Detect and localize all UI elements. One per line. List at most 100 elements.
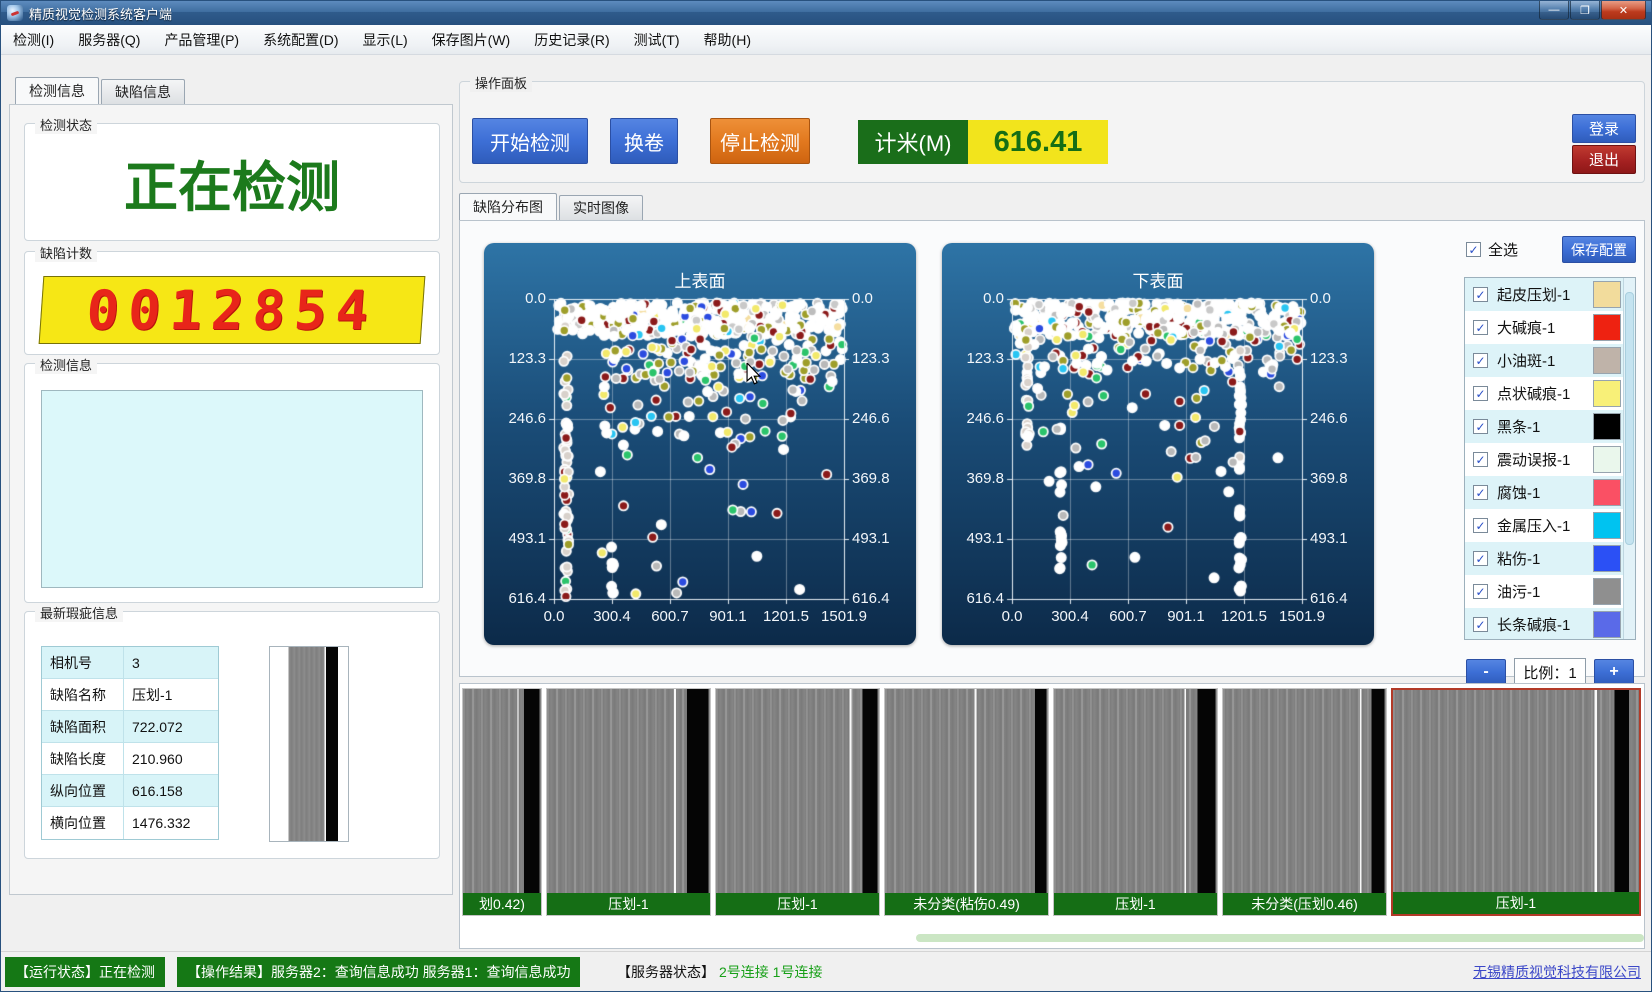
left-panel: 检测信息 缺陷信息 检测状态 正在检测 缺陷计数 0012854 检测信息 最新…: [9, 77, 453, 895]
defect-type-row[interactable]: ✓粘伤-1: [1465, 542, 1635, 575]
defect-thumbnail-selected[interactable]: 压划-1: [1391, 688, 1641, 916]
defect-row-label: 缺陷长度: [42, 743, 124, 774]
defect-type-row[interactable]: ✓黑条-1: [1465, 410, 1635, 443]
detect-info-box: [41, 390, 423, 588]
defect-type-color-swatch: [1593, 347, 1621, 374]
y-axis-tick-left: 0.0: [490, 290, 546, 307]
defect-type-checkbox[interactable]: ✓: [1473, 419, 1488, 434]
scale-minus-button[interactable]: -: [1466, 659, 1506, 685]
start-detect-button[interactable]: 开始检测: [472, 118, 588, 164]
y-axis-tick-left: 616.4: [490, 590, 546, 607]
change-roll-button[interactable]: 换卷: [610, 118, 678, 164]
defect-type-checkbox[interactable]: ✓: [1473, 584, 1488, 599]
defect-type-label: 金属压入-1: [1497, 515, 1593, 536]
run-status: 【运行状态】正在检测: [5, 957, 165, 987]
detect-status-group: 检测状态 正在检测: [24, 123, 440, 241]
defect-type-checkbox[interactable]: ✓: [1473, 617, 1488, 632]
maximize-button[interactable]: ❐: [1570, 1, 1600, 20]
menu-product[interactable]: 产品管理(P): [152, 26, 251, 54]
defect-type-row[interactable]: ✓ 震动误报-1: [1465, 443, 1635, 476]
defect-type-row[interactable]: ✓ 金属压入-1: [1465, 509, 1635, 542]
defect-row-label: 纵向位置: [42, 775, 124, 806]
logout-button[interactable]: 退出: [1572, 145, 1636, 174]
latest-defect-title: 最新瑕疵信息: [35, 603, 123, 622]
minimize-button[interactable]: —: [1539, 1, 1569, 20]
defect-thumbnail-label: 未分类(粘伤0.49): [885, 893, 1048, 915]
menu-display[interactable]: 显示(L): [351, 26, 420, 54]
defect-count-group: 缺陷计数 0012854: [24, 251, 440, 355]
tab-defect-info[interactable]: 缺陷信息: [101, 79, 185, 104]
defect-type-row[interactable]: ✓ 起皮压划-1: [1465, 278, 1635, 311]
y-axis-tick-right: 0.0: [852, 290, 908, 307]
defect-type-color-swatch: [1593, 446, 1621, 473]
defect-type-color-swatch: [1593, 611, 1621, 638]
latest-defect-group: 最新瑕疵信息 相机号3缺陷名称压划-1缺陷面积722.072缺陷长度210.96…: [24, 611, 440, 859]
scale-plus-button[interactable]: +: [1594, 659, 1634, 685]
defect-thumbnail-image: [1223, 689, 1386, 895]
app-window: 精质视觉检测系统客户端 — ❐ ✕ 检测(I) 服务器(Q) 产品管理(P) 系…: [0, 0, 1652, 992]
stop-detect-button[interactable]: 停止检测: [710, 118, 810, 164]
select-all-row: ✓ 全选: [1466, 239, 1518, 260]
defect-thumbnail[interactable]: 压划-1: [1053, 688, 1218, 916]
defect-type-checkbox[interactable]: ✓: [1473, 518, 1488, 533]
defect-type-color-swatch: [1593, 479, 1621, 506]
defect-type-row[interactable]: ✓ 腐蚀-1: [1465, 476, 1635, 509]
tab-live-image[interactable]: 实时图像: [559, 195, 643, 220]
tab-defect-map[interactable]: 缺陷分布图: [459, 193, 557, 220]
defect-thumbnail[interactable]: 划0.42): [462, 688, 542, 916]
defect-row-value: 3: [124, 647, 218, 678]
defect-type-row[interactable]: ✓长条碱痕-1: [1465, 608, 1635, 640]
login-button[interactable]: 登录: [1572, 114, 1636, 143]
defect-thumbnail[interactable]: 未分类(粘伤0.49): [884, 688, 1049, 916]
y-axis-tick-left: 616.4: [948, 590, 1004, 607]
defect-type-row[interactable]: ✓点状碱痕-1: [1465, 377, 1635, 410]
menu-sysconfig[interactable]: 系统配置(D): [251, 26, 350, 54]
defect-row-value: 压划-1: [124, 679, 218, 710]
y-axis-tick-right: 246.6: [1310, 410, 1366, 427]
defect-type-row[interactable]: ✓大碱痕-1: [1465, 311, 1635, 344]
menu-server[interactable]: 服务器(Q): [66, 26, 152, 54]
defect-type-row[interactable]: ✓小油斑-1: [1465, 344, 1635, 377]
defect-type-color-swatch: [1593, 380, 1621, 407]
defect-type-checkbox[interactable]: ✓: [1473, 320, 1488, 335]
y-axis-tick-left: 369.8: [948, 470, 1004, 487]
defect-type-label: 腐蚀-1: [1497, 482, 1593, 503]
defect-type-color-swatch: [1593, 512, 1621, 539]
detect-info-group: 检测信息: [24, 363, 440, 603]
legend-scrollbar-thumb[interactable]: [1625, 292, 1634, 545]
defect-type-checkbox[interactable]: ✓: [1473, 386, 1488, 401]
x-axis-tick: 0.0: [524, 608, 584, 625]
menu-saveimg[interactable]: 保存图片(W): [420, 26, 523, 54]
close-button[interactable]: ✕: [1601, 1, 1646, 20]
server-status: 【服务器状态】 2号连接 1号连接: [617, 957, 822, 987]
horizontal-scrollbar[interactable]: [916, 934, 1644, 942]
legend-scrollbar[interactable]: [1623, 278, 1635, 639]
defect-type-checkbox[interactable]: ✓: [1473, 551, 1488, 566]
menu-help[interactable]: 帮助(H): [692, 26, 763, 54]
menu-history[interactable]: 历史记录(R): [522, 26, 621, 54]
latest-defect-table: 相机号3缺陷名称压划-1缺陷面积722.072缺陷长度210.960纵向位置61…: [41, 646, 219, 840]
menu-test[interactable]: 测试(T): [622, 26, 692, 54]
defect-thumbnail[interactable]: 压划-1: [715, 688, 880, 916]
window-title: 精质视觉检测系统客户端: [29, 4, 172, 23]
defect-type-checkbox[interactable]: ✓: [1473, 287, 1488, 302]
defect-thumbnail[interactable]: 未分类(压划0.46): [1222, 688, 1387, 916]
defect-thumbnail[interactable]: 压划-1: [546, 688, 711, 916]
y-axis-tick-right: 493.1: [1310, 530, 1366, 547]
save-config-button[interactable]: 保存配置: [1562, 236, 1636, 263]
defect-type-checkbox[interactable]: ✓: [1473, 452, 1488, 467]
menu-detect[interactable]: 检测(I): [1, 26, 66, 54]
tab-detect-info[interactable]: 检测信息: [15, 77, 99, 104]
defect-type-color-swatch: [1593, 281, 1621, 308]
defect-type-label: 起皮压划-1: [1497, 284, 1593, 305]
app-logo-icon: [7, 5, 23, 21]
defect-thumbnail-image: [547, 689, 710, 895]
defect-type-color-swatch: [1593, 545, 1621, 572]
select-all-checkbox[interactable]: ✓: [1466, 242, 1481, 257]
defect-type-row[interactable]: ✓油污-1: [1465, 575, 1635, 608]
defect-type-label: 震动误报-1: [1497, 449, 1593, 470]
defect-type-checkbox[interactable]: ✓: [1473, 353, 1488, 368]
defect-type-checkbox[interactable]: ✓: [1473, 485, 1488, 500]
y-axis-tick-right: 616.4: [852, 590, 908, 607]
company-link[interactable]: 无锡精质视觉科技有限公司: [1473, 957, 1641, 987]
